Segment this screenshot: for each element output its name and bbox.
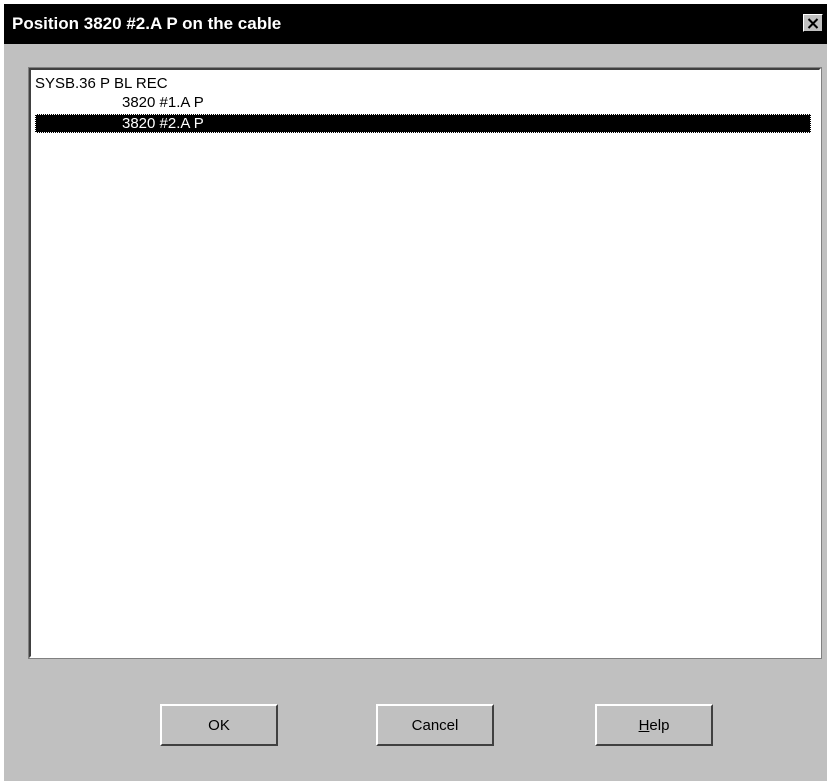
tree-item-label: 3820 #1.A P bbox=[122, 94, 204, 111]
help-label-rest: elp bbox=[649, 716, 670, 734]
tree-item-child[interactable]: 3820 #1.A P bbox=[31, 93, 811, 113]
close-icon bbox=[807, 17, 819, 29]
ok-button-label: OK bbox=[208, 716, 230, 734]
close-button[interactable] bbox=[803, 14, 823, 32]
ok-button[interactable]: OK bbox=[160, 704, 278, 746]
cancel-button-label: Cancel bbox=[411, 716, 459, 734]
dialog-window: Position 3820 #2.A P on the cable SYSB.3… bbox=[0, 0, 827, 781]
help-button[interactable]: Help bbox=[595, 704, 713, 746]
help-button-label: Help bbox=[639, 717, 670, 734]
window-title: Position 3820 #2.A P on the cable bbox=[12, 14, 282, 33]
tree-item-label: SYSB.36 P BL REC bbox=[35, 75, 168, 92]
help-accelerator: H bbox=[638, 716, 650, 734]
cable-position-tree[interactable]: SYSB.36 P BL REC 3820 #1.A P 3820 #2.A P bbox=[28, 67, 822, 659]
tree-item-label: 3820 #2.A P bbox=[122, 115, 204, 132]
cancel-button[interactable]: Cancel bbox=[376, 704, 494, 746]
title-bar[interactable]: Position 3820 #2.A P on the cable bbox=[4, 4, 827, 44]
tree-item-root[interactable]: SYSB.36 P BL REC bbox=[31, 74, 811, 94]
tree-item-child-selected[interactable]: 3820 #2.A P bbox=[35, 114, 811, 133]
